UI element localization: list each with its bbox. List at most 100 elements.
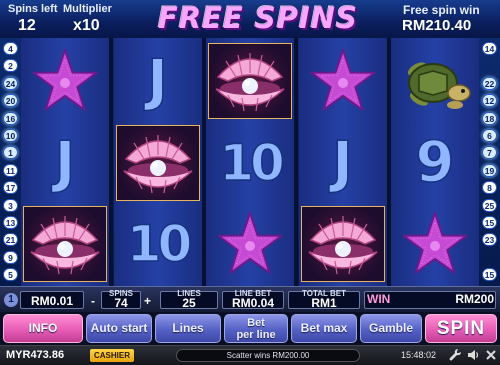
payline-indicator: 5 xyxy=(3,268,18,282)
payline-indicators-right: 14 22 12 18 6 7 19 8 25 15 23 15 xyxy=(479,38,500,286)
card-10-symbol: 10 xyxy=(126,214,193,274)
payline-indicator: 8 xyxy=(482,181,497,195)
bet-max-button[interactable]: Bet max xyxy=(291,314,357,343)
coin-value: RM0.01 xyxy=(30,294,74,308)
starfish-icon xyxy=(32,49,98,111)
card-j-symbol: J xyxy=(331,129,353,195)
payline-indicator: 14 xyxy=(482,42,497,55)
close-icon[interactable] xyxy=(484,348,498,362)
reels: J J 10 10 J 9 xyxy=(21,38,479,286)
pearl-shell-icon xyxy=(30,216,100,275)
payline-indicator: 15 xyxy=(482,216,497,229)
payline-indicator: 12 xyxy=(482,94,497,108)
auto-start-button[interactable]: Auto start xyxy=(86,314,152,343)
line-bet-box: LINE BET RM0.04 xyxy=(222,289,284,310)
lines-box: LINES 25 xyxy=(160,289,218,310)
starfish-icon xyxy=(217,212,283,274)
gamble-button[interactable]: Gamble xyxy=(360,314,422,343)
payline-indicator: 24 xyxy=(3,76,18,90)
reel-cell: 10 xyxy=(114,204,202,284)
payline-indicator: 10 xyxy=(3,129,18,142)
card-9-symbol: 9 xyxy=(415,129,455,195)
spin-button[interactable]: SPIN xyxy=(425,314,497,343)
lines-button[interactable]: Lines xyxy=(155,314,221,343)
payline-indicators-left: 4 2 24 20 16 10 1 11 17 3 13 21 9 5 xyxy=(0,38,21,286)
total-bet-box: TOTAL BET RM1 xyxy=(288,289,360,310)
reel-1: J xyxy=(21,38,109,286)
reel-cell xyxy=(21,41,109,121)
reel-cell xyxy=(114,123,202,203)
game-header: Spins left 12 Multiplier x10 FREE SPINS … xyxy=(0,0,500,38)
balance: MYR473.86 xyxy=(6,349,65,361)
reel-cell: J xyxy=(21,123,109,203)
payline-indicator: 25 xyxy=(482,198,497,212)
bet-per-line-label-1: Bet xyxy=(247,317,265,329)
win-label: WIN xyxy=(367,292,391,306)
payline-indicator: 18 xyxy=(482,111,497,125)
spins-minus-button[interactable]: - xyxy=(91,294,95,308)
reel-area: 4 2 24 20 16 10 1 11 17 3 13 21 9 5 J J 10 10 J 9 14 22 12 18… xyxy=(0,38,500,286)
payline-indicator: 21 xyxy=(3,233,18,247)
cashier-button[interactable]: CASHIER xyxy=(90,349,134,362)
reel-cell xyxy=(391,41,479,121)
card-10-symbol: 10 xyxy=(218,133,285,193)
payline-indicator: 19 xyxy=(482,163,497,177)
reel-cell xyxy=(21,204,109,284)
reel-separator xyxy=(294,38,298,286)
payline-indicator: 22 xyxy=(482,76,497,90)
reel-cell xyxy=(206,204,294,284)
payline-indicator: 16 xyxy=(3,111,18,125)
payline-indicator: 7 xyxy=(482,146,497,160)
line-bet-value: RM0.04 xyxy=(231,296,275,310)
bet-per-line-button[interactable]: Bet per line xyxy=(224,314,288,343)
lines-value: 25 xyxy=(182,296,196,310)
free-spin-win-value: RM210.40 xyxy=(402,17,472,34)
clock: 15:48:02 xyxy=(401,350,437,360)
payline-indicator: 2 xyxy=(3,59,18,73)
reel-2: J 10 xyxy=(113,38,202,286)
reel-cell xyxy=(299,41,387,121)
payline-indicator: 23 xyxy=(482,233,497,247)
pearl-shell-icon xyxy=(307,216,378,275)
starfish-icon xyxy=(402,212,468,274)
spins-plus-button[interactable]: + xyxy=(144,294,151,308)
payline-indicator: 11 xyxy=(3,163,18,177)
multiplier-label: Multiplier xyxy=(63,3,112,15)
total-bet-value: RM1 xyxy=(311,296,337,310)
reel-cell: 10 xyxy=(206,123,294,203)
reel-separator xyxy=(386,38,391,286)
coin-value-box[interactable]: RM0.01 xyxy=(20,291,84,309)
reel-3: 10 xyxy=(206,38,294,286)
reel-cell: 9 xyxy=(391,123,479,203)
spins-box: SPINS 74 xyxy=(101,289,141,310)
button-bar: INFO Auto start Lines Bet per line Bet m… xyxy=(0,312,500,345)
payline-indicator: 1 xyxy=(3,146,18,160)
payline-indicator: 15 xyxy=(482,268,497,282)
card-j-symbol: J xyxy=(146,48,168,114)
starfish-icon xyxy=(310,49,375,111)
reel-5: 9 xyxy=(391,38,479,286)
reel-cell xyxy=(299,204,387,284)
speaker-icon[interactable] xyxy=(466,348,480,362)
reel-cell: J xyxy=(299,123,387,203)
coin-index-badge[interactable]: 1 xyxy=(4,293,18,307)
wrench-icon[interactable] xyxy=(448,348,462,362)
win-value: RM200 xyxy=(455,292,494,306)
turtle-icon xyxy=(407,62,471,109)
free-spins-title: FREE SPINS xyxy=(158,1,358,35)
spins-left-value: 12 xyxy=(18,17,36,34)
multiplier-value: x10 xyxy=(73,17,100,34)
reel-separator xyxy=(109,38,113,286)
spins-value: 74 xyxy=(114,296,128,310)
payline-indicator: 6 xyxy=(482,129,497,142)
reel-separator xyxy=(201,38,206,286)
payline-indicator: 3 xyxy=(3,198,18,212)
spins-left-label: Spins left xyxy=(8,3,58,15)
payline-indicator: 9 xyxy=(3,250,18,264)
status-bar: MYR473.86 CASHIER Scatter wins RM200.00 … xyxy=(0,345,500,365)
pearl-shell-icon xyxy=(122,134,193,193)
free-spin-win-label: Free spin win xyxy=(403,3,480,17)
pearl-shell-icon xyxy=(215,53,285,112)
reel-cell xyxy=(206,41,294,121)
info-button[interactable]: INFO xyxy=(3,314,83,343)
